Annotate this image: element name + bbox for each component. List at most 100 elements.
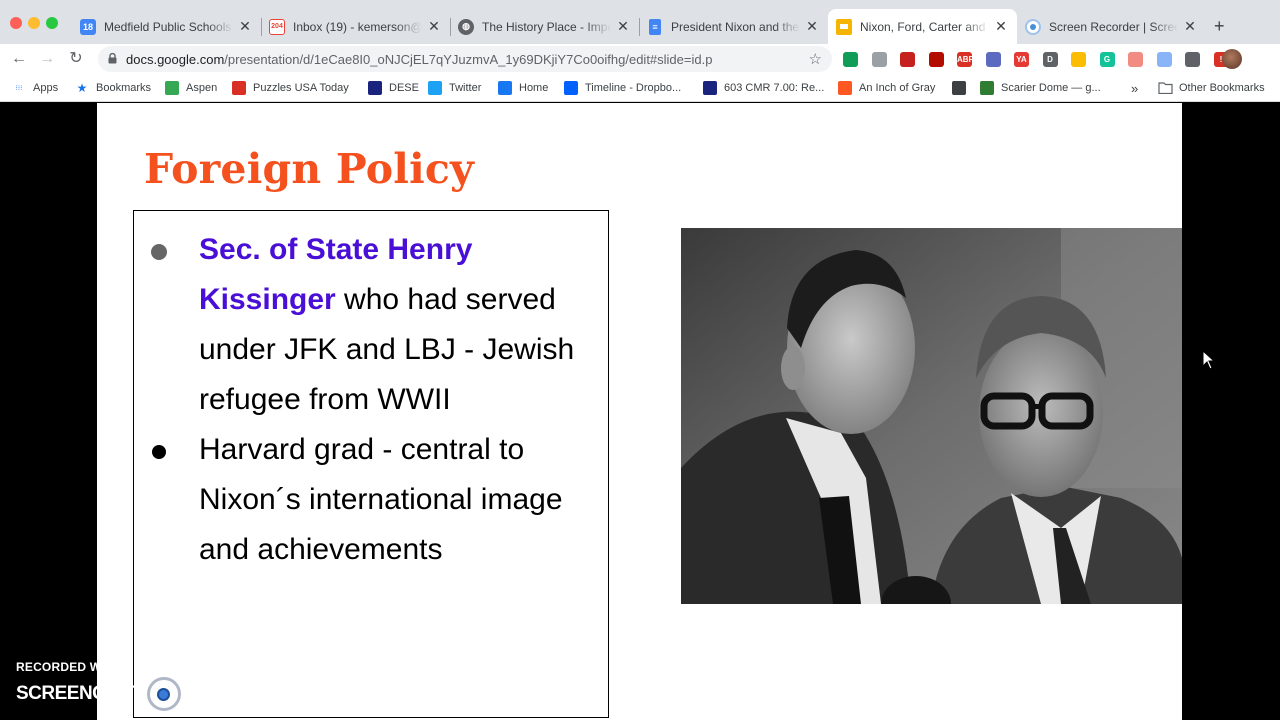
bookmark-item[interactable]: An Inch of Gray	[838, 80, 935, 96]
tab-title: Nixon, Ford, Carter and Re	[860, 19, 989, 34]
tab-screen-recorder[interactable]: Screen Recorder | Screen ✕	[1017, 9, 1206, 44]
bookmark-item[interactable]: Puzzles USA Today	[232, 80, 349, 96]
bookmark-item[interactable]: Twitter	[428, 80, 481, 96]
translate-icon[interactable]	[985, 52, 1001, 67]
calendar-icon: 18	[80, 18, 96, 35]
twitter-icon	[428, 81, 442, 95]
close-icon[interactable]: ✕	[1182, 18, 1198, 35]
tab-title: Screen Recorder | Screen	[1049, 19, 1178, 34]
bullet-dot-icon	[152, 445, 166, 459]
bookmark-star-icon[interactable]: ☆	[809, 50, 822, 68]
aspen-icon	[165, 81, 179, 95]
bookmark-label: 603 CMR 7.00: Re...	[724, 82, 825, 94]
bookmark-label: Scarier Dome — g...	[1001, 82, 1101, 94]
bullet-dot-icon	[151, 244, 167, 260]
slide-textbox[interactable]: Sec. of State Henry Kissinger who had se…	[133, 210, 609, 718]
photo-nixon-and-kissinger[interactable]	[681, 228, 1182, 604]
bullet-item: Sec. of State Henry Kissinger who had se…	[134, 225, 610, 425]
bookmark-item[interactable]: ⁝⁝⁝ Apps	[12, 80, 58, 96]
bookmark-label: Timeline - Dropbo...	[585, 82, 682, 94]
bookmark-item[interactable]	[952, 80, 973, 96]
star-icon: ★	[76, 81, 88, 95]
tab-title: Inbox (19) - kemerson@m	[293, 19, 422, 34]
watermark-right: MATIC	[183, 683, 241, 704]
bookmark-item[interactable]: Home	[498, 80, 548, 96]
shield-icon	[703, 81, 717, 95]
tab-strip: 18 Medfield Public Schools - ✕ 204 Inbox…	[0, 0, 1280, 44]
window-minimize-button[interactable]	[28, 17, 40, 29]
bookmark-label: Puzzles USA Today	[253, 82, 349, 94]
other-bookmarks-label: Other Bookmarks	[1179, 82, 1265, 94]
window-zoom-button[interactable]	[46, 17, 58, 29]
game-icon	[980, 81, 994, 95]
back-arrow-icon[interactable]: ←	[9, 49, 29, 69]
reload-icon[interactable]: ↻	[66, 49, 86, 69]
bookmark-label: An Inch of Gray	[859, 82, 936, 94]
bookmark-item[interactable]: Timeline - Dropbo...	[564, 80, 681, 96]
sheets-icon[interactable]	[843, 52, 858, 67]
window-close-button[interactable]	[10, 17, 22, 29]
url-host: docs.google.com	[126, 52, 225, 67]
grammarly-icon[interactable]: G	[1099, 52, 1115, 67]
screencast-logo-icon	[146, 677, 181, 711]
bookmark-item[interactable]: DESE	[368, 80, 419, 96]
adblock-icon[interactable]: ABP	[957, 52, 974, 67]
tab-list: 18 Medfield Public Schools - ✕ 204 Inbox…	[72, 9, 1206, 44]
bookmark-item[interactable]: 603 CMR 7.00: Re...	[703, 80, 824, 96]
url-text: docs.google.com/presentation/d/1eCae8I0_…	[126, 52, 712, 67]
bullet-list: Sec. of State Henry Kissinger who had se…	[134, 225, 610, 575]
address-bar[interactable]: docs.google.com/presentation/d/1eCae8I0_…	[98, 46, 832, 72]
tab-nixon-ford-carter[interactable]: Nixon, Ford, Carter and Re ✕	[828, 9, 1017, 44]
url-path: /presentation/d/1eCae8I0_oNJCjEL7qYJuzmv…	[224, 52, 713, 67]
close-icon[interactable]: ✕	[804, 18, 820, 35]
bookmark-label: Apps	[33, 82, 59, 94]
docs-icon: ≡	[649, 18, 661, 35]
tab-title: President Nixon and the W	[671, 19, 800, 34]
tab-president-nixon[interactable]: ≡ President Nixon and the W ✕	[639, 9, 828, 44]
slide-canvas[interactable]: Foreign Policy Sec. of State Henry Kissi…	[97, 103, 1182, 720]
bookmark-label: Aspen	[186, 82, 218, 94]
bullet-text: Harvard grad - central to Nixon´s intern…	[199, 433, 563, 566]
bookmarks-overflow-button[interactable]: »	[1131, 80, 1138, 96]
other-bookmarks-folder[interactable]: Other Bookmarks	[1158, 80, 1265, 96]
new-tab-button[interactable]: +	[1214, 16, 1225, 37]
tab-title: The History Place - Impeac	[482, 19, 611, 34]
globe-icon	[952, 81, 966, 95]
drive-icon[interactable]	[1071, 52, 1086, 67]
watermark-left: SCREENCAST	[16, 683, 142, 704]
facebook-icon	[498, 81, 512, 95]
shield-icon[interactable]	[900, 52, 915, 67]
bookmark-item[interactable]: ★ Bookmarks	[75, 80, 151, 96]
avatar[interactable]	[1222, 49, 1242, 69]
lock-icon	[108, 53, 117, 64]
close-icon[interactable]: ✕	[993, 18, 1009, 35]
bookmark-item[interactable]: Scarier Dome — g...	[980, 80, 1101, 96]
record-icon[interactable]	[1156, 52, 1172, 67]
bookmark-label: Bookmarks	[96, 82, 152, 94]
slides-icon	[836, 18, 852, 35]
acrobat-icon[interactable]	[928, 52, 944, 67]
bookmark-item[interactable]: Aspen	[165, 80, 217, 96]
edpuzzle-icon[interactable]	[871, 52, 887, 67]
screencast-icon	[1025, 18, 1041, 35]
loom-icon[interactable]	[1128, 52, 1143, 67]
tab-inbox[interactable]: 204 Inbox (19) - kemerson@m ✕	[261, 9, 450, 44]
youtube-icon[interactable]: YA	[1014, 52, 1029, 67]
close-icon[interactable]: ✕	[426, 18, 442, 35]
close-icon[interactable]: ✕	[615, 18, 631, 35]
apps-grid-icon: ⁝⁝⁝	[15, 85, 23, 92]
blogger-icon	[838, 81, 852, 95]
tab-history-place[interactable]: ◍ The History Place - Impeac ✕	[450, 9, 639, 44]
close-icon[interactable]: ✕	[237, 18, 253, 35]
tab-medfield[interactable]: 18 Medfield Public Schools - ✕	[72, 9, 261, 44]
extensions-puzzle-icon[interactable]	[1185, 52, 1200, 67]
gmail-icon: 204	[269, 18, 285, 35]
slide-title[interactable]: Foreign Policy	[144, 145, 474, 193]
screencast-o-matic-watermark: SCREENCAST MATIC	[16, 677, 241, 711]
dictionary-icon[interactable]: D	[1042, 52, 1058, 67]
dropbox-icon	[564, 81, 578, 95]
shield-icon	[368, 81, 382, 95]
forward-arrow-icon[interactable]: →	[37, 49, 57, 69]
bookmarks-bar: ⁝⁝⁝ Apps ★ Bookmarks Aspen Puzzles USA Today D…	[0, 74, 1280, 102]
tab-title: Medfield Public Schools -	[104, 19, 233, 34]
